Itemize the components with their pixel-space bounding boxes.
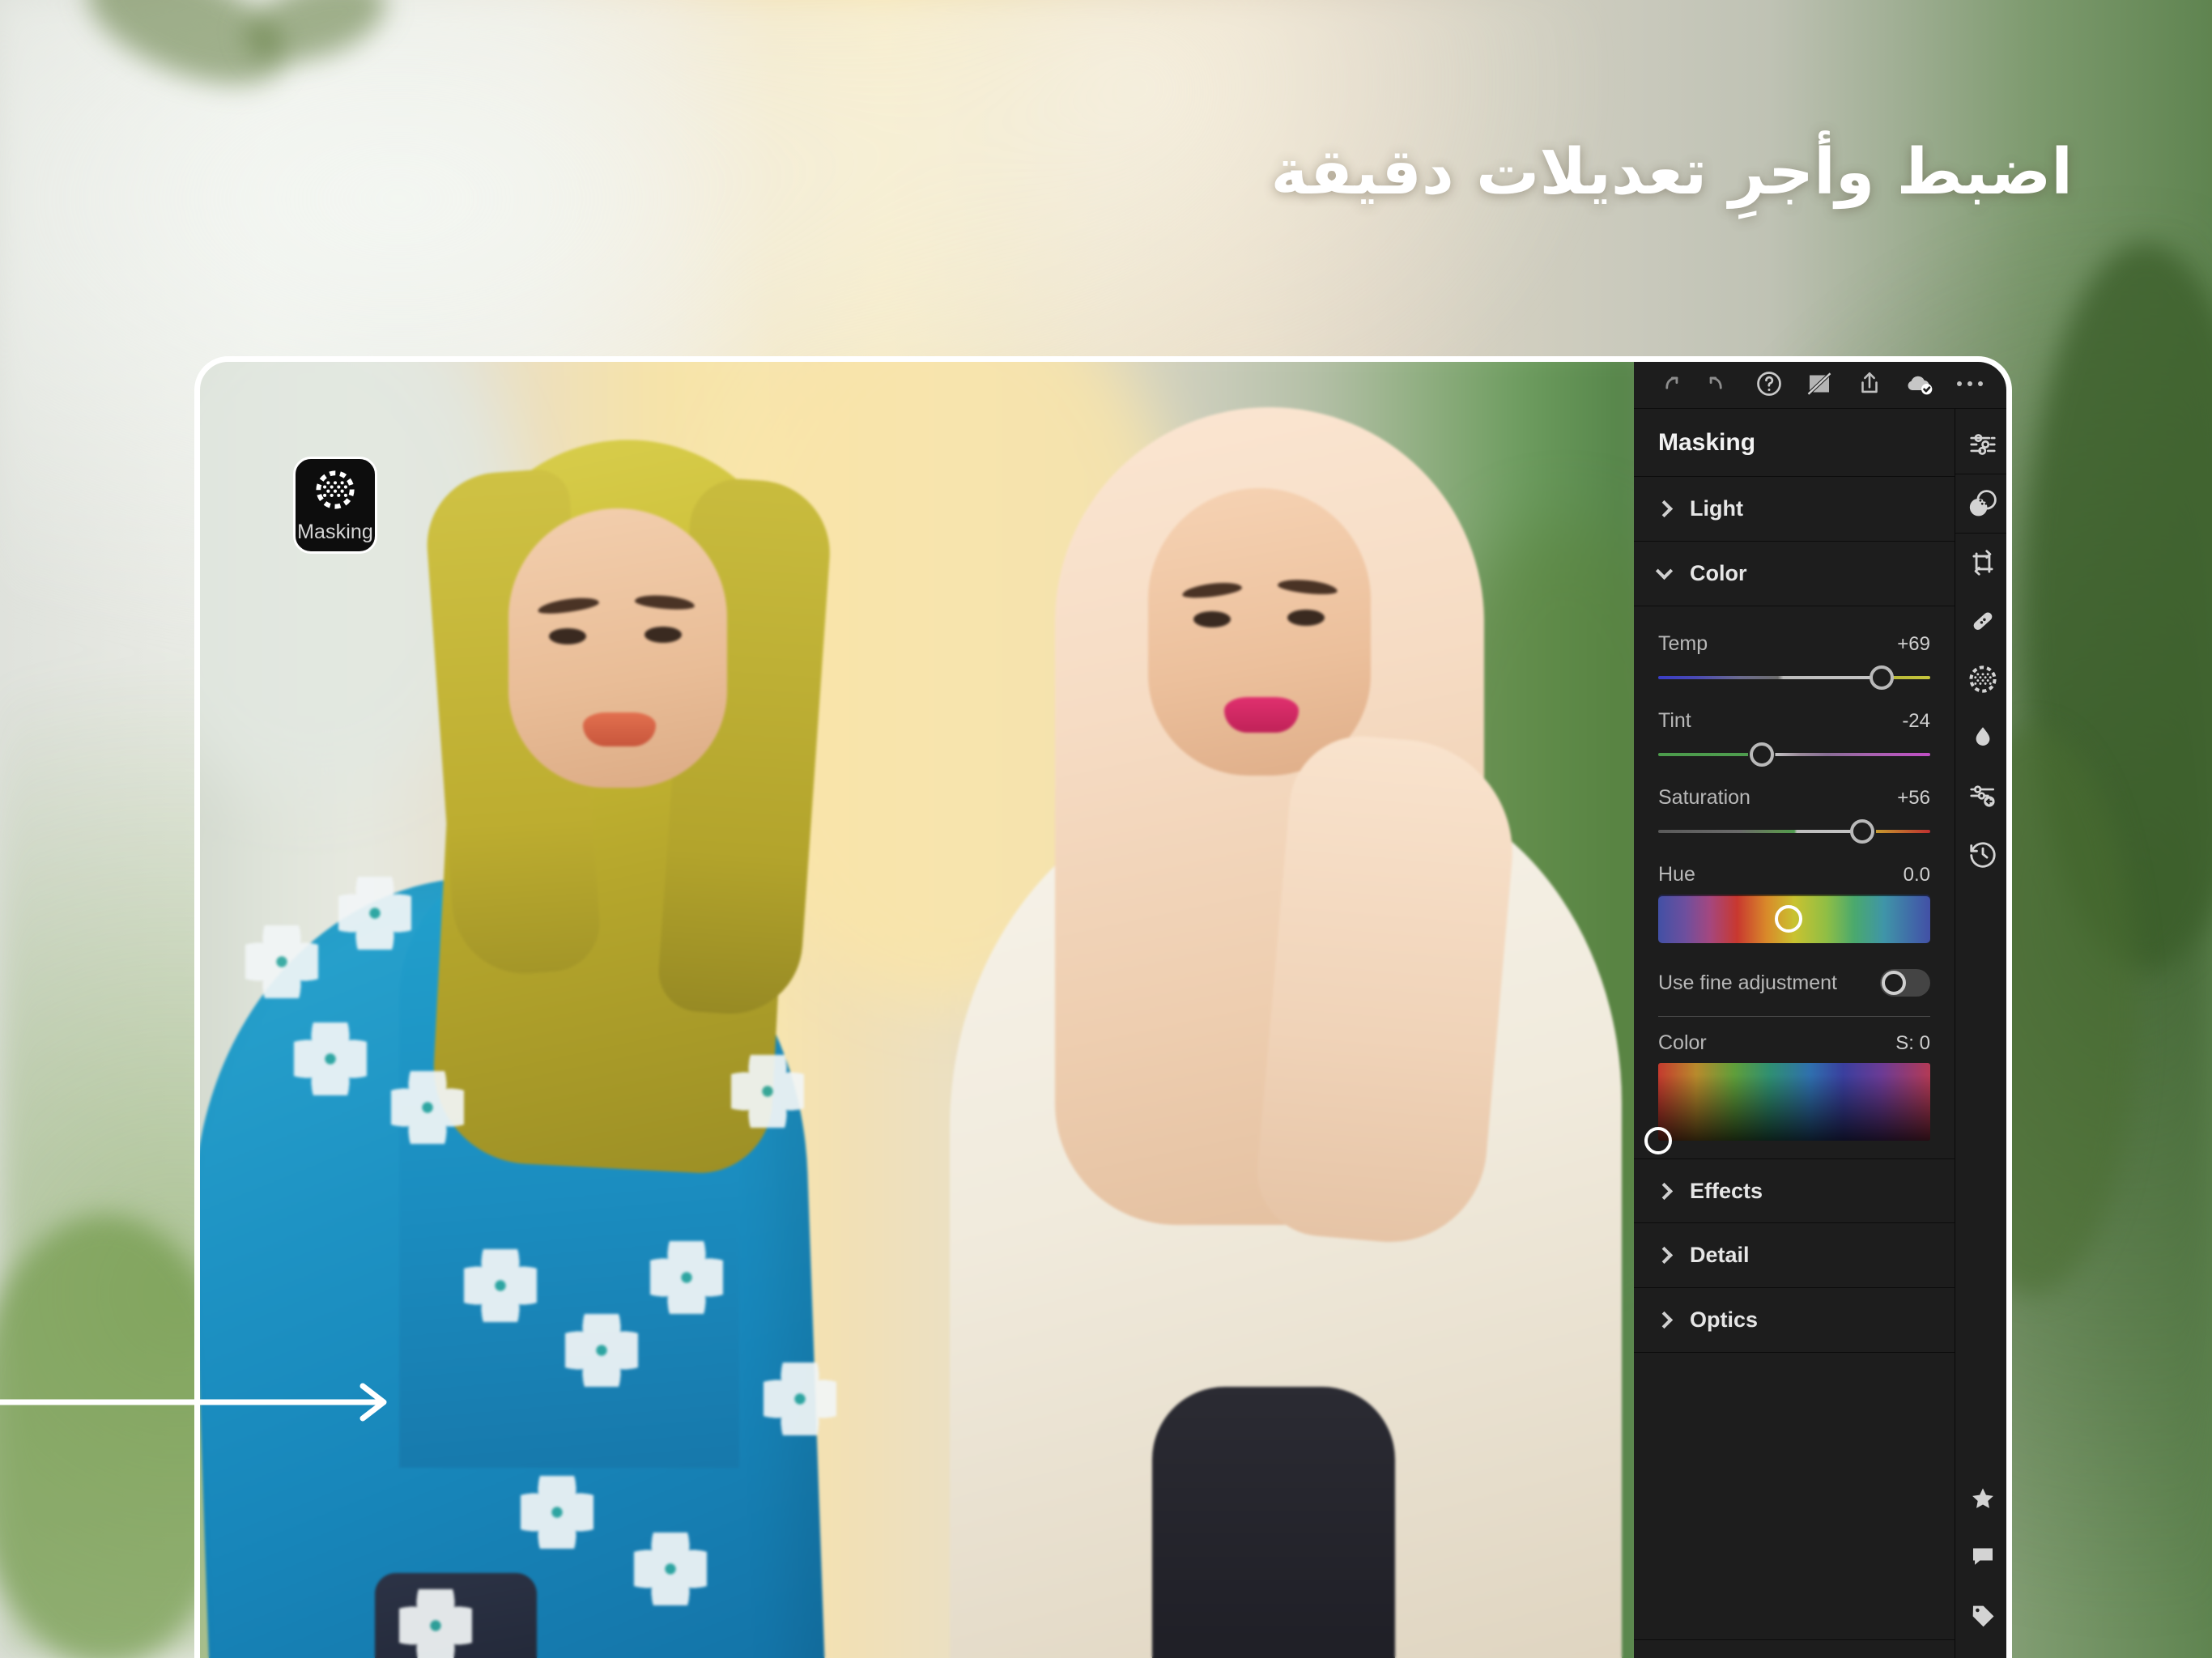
star-rating-icon[interactable] — [1955, 1469, 2010, 1528]
toggle-knob — [1882, 971, 1906, 995]
undo-icon[interactable] — [1694, 359, 1744, 409]
more-options-icon[interactable] — [1945, 359, 1995, 409]
slider-temp-knob[interactable] — [1869, 665, 1894, 690]
slider-tint-knob[interactable] — [1749, 742, 1774, 767]
section-effects[interactable]: Effects — [1634, 1158, 1955, 1223]
comment-icon[interactable] — [1955, 1528, 2010, 1586]
fine-adjustment-toggle[interactable] — [1880, 969, 1930, 997]
slider-hue-strip[interactable] — [1658, 895, 1930, 943]
slider-tint-value: -24 — [1902, 710, 1930, 732]
chevron-right-icon — [1655, 1311, 1674, 1329]
slider-hue-label: Hue — [1658, 863, 1695, 886]
section-detail[interactable]: Detail — [1634, 1223, 1955, 1288]
slider-hue-value: 0.0 — [1903, 864, 1930, 886]
section-color-label: Color — [1690, 561, 1747, 585]
slider-tint-track — [1658, 753, 1930, 756]
panel-content: Masking Light Color Temp +69 Tint -24 Sa… — [1634, 359, 1955, 1658]
app-screen: Masking Light Color Temp +69 Tint -24 Sa… — [197, 359, 2010, 1658]
color-picker-label: Color — [1658, 1031, 1707, 1054]
help-icon[interactable] — [1744, 359, 1794, 409]
page-headline: اضبط وأجرِ تعديلات دقيقة — [1270, 136, 2073, 209]
compare-original-icon[interactable] — [1794, 359, 1844, 409]
tool-rail-bottom-group — [1955, 1469, 2010, 1658]
photo-soft-focus — [197, 359, 1634, 1658]
share-icon[interactable] — [1844, 359, 1895, 409]
color-picker-field[interactable] — [1644, 1063, 1930, 1154]
chevron-right-icon — [1655, 1246, 1674, 1265]
slider-saturation-knob[interactable] — [1850, 819, 1874, 844]
panel-title: Masking — [1634, 409, 1955, 477]
edit-sliders-icon[interactable] — [1955, 415, 2010, 474]
color-picker-value: S: 0 — [1895, 1032, 1930, 1054]
tool-rail-top-group — [1955, 415, 2010, 883]
slider-tint[interactable]: Tint -24 — [1658, 709, 1930, 768]
photo-canvas[interactable] — [197, 359, 1634, 1658]
slider-hue[interactable]: Hue 0.0 — [1658, 863, 1930, 943]
slider-hue-knob[interactable] — [1775, 905, 1803, 933]
section-effects-label: Effects — [1690, 1178, 1763, 1203]
blur-drop-icon[interactable] — [1955, 708, 2010, 767]
section-optics-label: Optics — [1690, 1307, 1759, 1332]
chevron-right-icon — [1655, 1182, 1674, 1200]
section-light-label: Light — [1690, 496, 1743, 521]
masking-icon[interactable] — [1955, 474, 2010, 533]
slider-saturation-label: Saturation — [1658, 786, 1750, 809]
cloud-synced-icon[interactable] — [1895, 359, 1945, 409]
tag-icon[interactable] — [1955, 1586, 2010, 1644]
section-color[interactable]: Color — [1634, 542, 1955, 606]
panel-toolbar — [1634, 359, 2010, 409]
redo-icon[interactable] — [1644, 359, 1694, 409]
section-detail-label: Detail — [1690, 1243, 1750, 1267]
healing-brush-icon[interactable] — [1955, 592, 2010, 650]
chevron-down-icon — [1655, 562, 1674, 580]
slider-saturation[interactable]: Saturation +56 — [1658, 786, 1930, 845]
presets-icon[interactable] — [1955, 767, 2010, 825]
chevron-right-icon — [1655, 500, 1674, 518]
color-picker-row[interactable]: Color S: 0 — [1644, 1031, 1930, 1154]
fine-adjustment-row[interactable]: Use fine adjustment — [1658, 969, 1930, 997]
screenshot-stage: اضبط وأجرِ تعديلات دقيقة Masking Light C… — [0, 0, 2212, 1658]
color-picker-knob[interactable] — [1644, 1127, 1672, 1154]
slider-temp-track-wrap[interactable] — [1658, 664, 1930, 691]
slider-temp[interactable]: Temp +69 — [1658, 632, 1930, 691]
panel-bottom-bar: Cancel Done — [1634, 1639, 1955, 1658]
history-icon[interactable] — [1955, 825, 2010, 883]
edit-panel: Masking Light Color Temp +69 Tint -24 Sa… — [1634, 359, 2010, 1658]
slider-temp-value: +69 — [1897, 633, 1930, 655]
section-optics[interactable]: Optics — [1634, 1288, 1955, 1353]
slider-saturation-track — [1658, 830, 1930, 833]
slider-saturation-value: +56 — [1897, 787, 1930, 809]
fine-adjustment-label: Use fine adjustment — [1658, 971, 1837, 994]
masking-badge[interactable]: Masking — [293, 457, 377, 554]
tool-rail — [1955, 359, 2010, 1658]
flow-arrow — [0, 1383, 387, 1422]
section-divider — [1658, 1016, 1930, 1017]
crop-icon[interactable] — [1955, 534, 2010, 592]
info-icon[interactable] — [1955, 1644, 2010, 1658]
slider-tint-track-wrap[interactable] — [1658, 741, 1930, 768]
color-section-body: Temp +69 Tint -24 Saturation +56 Hue 0.0… — [1634, 606, 1955, 1158]
selective-dots-icon[interactable] — [1955, 650, 2010, 708]
masking-dotted-circle-icon — [316, 470, 355, 509]
slider-tint-label: Tint — [1658, 709, 1691, 732]
slider-saturation-track-wrap[interactable] — [1658, 818, 1930, 845]
slider-temp-label: Temp — [1658, 632, 1708, 655]
section-light[interactable]: Light — [1634, 477, 1955, 542]
panel-scroll-area[interactable]: Masking Light Color Temp +69 Tint -24 Sa… — [1634, 409, 1955, 1658]
masking-badge-label: Masking — [297, 520, 373, 543]
